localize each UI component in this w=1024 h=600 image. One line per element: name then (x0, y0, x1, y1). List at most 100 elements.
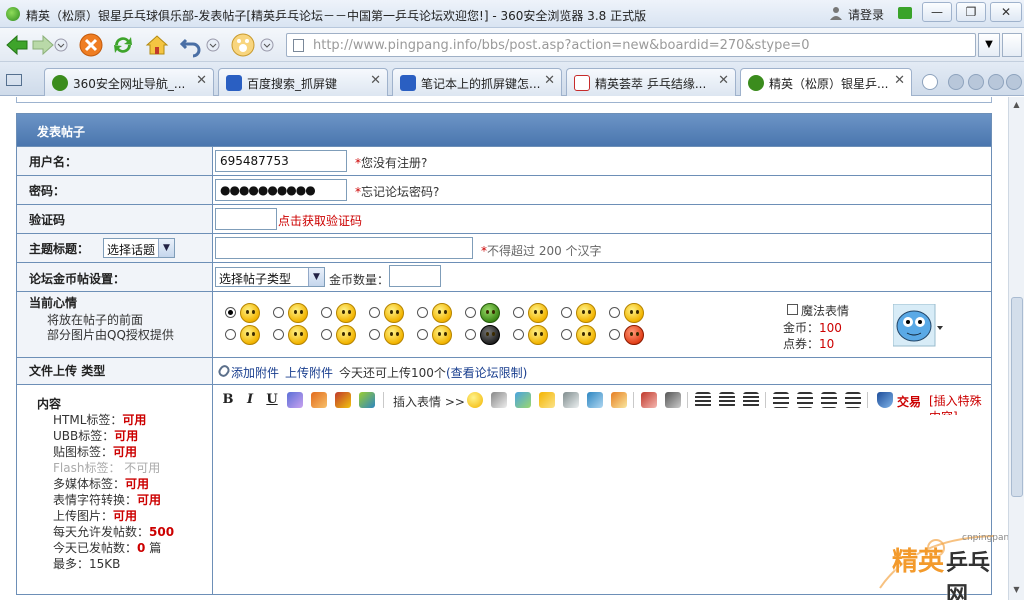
close-tab-icon[interactable]: ✕ (370, 73, 381, 88)
coin-amount-field[interactable] (389, 265, 441, 287)
mood-option[interactable] (513, 303, 557, 325)
tab-jingying-huicui[interactable]: 精英荟萃 乒乓结缘... ✕ (566, 68, 736, 96)
maximize-button[interactable]: ❐ (956, 2, 986, 22)
tab-laptop-screenshot[interactable]: 笔记本上的抓屏键怎... ✕ (392, 68, 562, 96)
username-field[interactable]: 695487753 (215, 150, 347, 172)
mood-option[interactable] (561, 303, 605, 325)
numbered-list-icon[interactable] (773, 392, 789, 408)
outdent-icon[interactable] (821, 392, 837, 408)
scroll-tabs-left-icon[interactable] (948, 74, 964, 90)
captcha-field[interactable] (215, 208, 277, 230)
radio[interactable] (369, 329, 380, 340)
minimize-button[interactable]: — (922, 2, 952, 22)
link-icon[interactable] (491, 392, 507, 408)
italic-button[interactable]: I (241, 391, 259, 409)
align-center-icon[interactable] (719, 392, 735, 408)
radio[interactable] (609, 329, 620, 340)
image-icon[interactable] (515, 392, 531, 408)
close-tab-icon[interactable]: ✕ (894, 73, 905, 88)
topic-select[interactable]: 选择话题 ▼ (103, 238, 175, 258)
radio[interactable] (273, 329, 284, 340)
close-window-button[interactable]: ✕ (990, 2, 1022, 22)
skin-icon[interactable] (898, 7, 912, 19)
search-dropdown-icon[interactable] (260, 32, 274, 58)
password-field[interactable]: ●●●●●●●●●● (215, 179, 347, 201)
mood-option[interactable] (465, 325, 509, 347)
tab-baidu-search[interactable]: 百度搜索_抓屏键 ✕ (218, 68, 388, 96)
radio[interactable] (609, 307, 620, 318)
magic-face-preview-icon[interactable] (893, 304, 945, 348)
tab-360-nav[interactable]: 360安全网址导航_... ✕ (44, 68, 214, 96)
mood-option[interactable] (417, 303, 461, 325)
new-tab-icon[interactable] (922, 74, 938, 90)
unlink-icon[interactable] (665, 392, 681, 408)
underline-button[interactable]: U (263, 391, 281, 409)
emoticon-icon[interactable] (467, 392, 483, 408)
get-captcha-link[interactable]: 点击获取验证码 (278, 212, 362, 229)
align-left-icon[interactable] (695, 392, 711, 408)
go-button[interactable] (1002, 33, 1022, 57)
scroll-up-icon[interactable]: ▲ (1011, 100, 1022, 111)
home-icon[interactable] (144, 32, 170, 58)
music-icon[interactable] (539, 392, 555, 408)
radio[interactable] (273, 307, 284, 318)
radio[interactable] (465, 307, 476, 318)
history-dropdown-icon[interactable] (54, 32, 68, 58)
radio[interactable] (321, 329, 332, 340)
mood-option[interactable] (321, 325, 365, 347)
radio-selected[interactable] (225, 307, 236, 318)
forgot-password-text[interactable]: 忘记论坛密码? (361, 185, 439, 199)
font-size-icon[interactable] (335, 392, 351, 408)
mood-option[interactable] (561, 325, 605, 347)
shield-icon[interactable] (877, 392, 893, 408)
mood-option[interactable] (417, 325, 461, 347)
scroll-down-icon[interactable]: ▼ (1011, 585, 1022, 596)
subject-field[interactable] (215, 237, 473, 259)
view-limits-link[interactable]: (查看论坛限制) (446, 366, 527, 380)
radio[interactable] (561, 329, 572, 340)
tab-menu-icon[interactable] (1006, 74, 1022, 90)
forward-icon[interactable] (30, 32, 56, 58)
add-attachment-link[interactable]: 添加附件 (231, 364, 279, 381)
mood-option[interactable] (609, 325, 653, 347)
stop-icon[interactable] (78, 32, 104, 58)
radio[interactable] (513, 329, 524, 340)
paw-search-icon[interactable] (230, 32, 256, 58)
radio[interactable] (465, 329, 476, 340)
radio[interactable] (225, 329, 236, 340)
scroll-tabs-right-icon[interactable] (968, 74, 984, 90)
scrollbar-thumb[interactable] (1011, 297, 1023, 497)
align-right-icon[interactable] (743, 392, 759, 408)
media-icon[interactable] (587, 392, 603, 408)
tab-jingying-songyuan[interactable]: 精英（松原）银星乒... ✕ (740, 68, 912, 96)
mood-option[interactable] (321, 303, 365, 325)
login-link[interactable]: 请登录 (848, 6, 884, 23)
indent-icon[interactable] (845, 392, 861, 408)
mood-option[interactable] (225, 325, 269, 347)
bold-button[interactable]: B (219, 391, 237, 409)
upload-attachment-link[interactable]: 上传附件 (285, 364, 333, 381)
post-type-select[interactable]: 选择帖子类型 ▼ (215, 267, 325, 287)
back-icon[interactable] (4, 32, 30, 58)
register-link-text[interactable]: 您没有注册? (361, 156, 427, 170)
radio[interactable] (513, 307, 524, 318)
radio[interactable] (369, 307, 380, 318)
mood-option[interactable] (609, 303, 653, 325)
undo-close-icon[interactable] (178, 32, 204, 58)
radio[interactable] (321, 307, 332, 318)
close-tab-icon[interactable]: ✕ (196, 73, 207, 88)
font-face-icon[interactable] (311, 392, 327, 408)
code-icon[interactable] (563, 392, 579, 408)
bullet-list-icon[interactable] (797, 392, 813, 408)
close-tab-icon[interactable]: ✕ (718, 73, 729, 88)
table-icon[interactable] (611, 392, 627, 408)
radio[interactable] (417, 329, 428, 340)
font-color-icon[interactable] (287, 392, 303, 408)
vertical-scrollbar[interactable]: ▲ ▼ (1008, 97, 1024, 600)
clear-format-icon[interactable] (641, 392, 657, 408)
sidebar-toggle-icon[interactable] (6, 74, 22, 86)
highlight-icon[interactable] (359, 392, 375, 408)
tab-list-icon[interactable] (988, 74, 1004, 90)
mood-option[interactable] (369, 303, 413, 325)
radio[interactable] (417, 307, 428, 318)
